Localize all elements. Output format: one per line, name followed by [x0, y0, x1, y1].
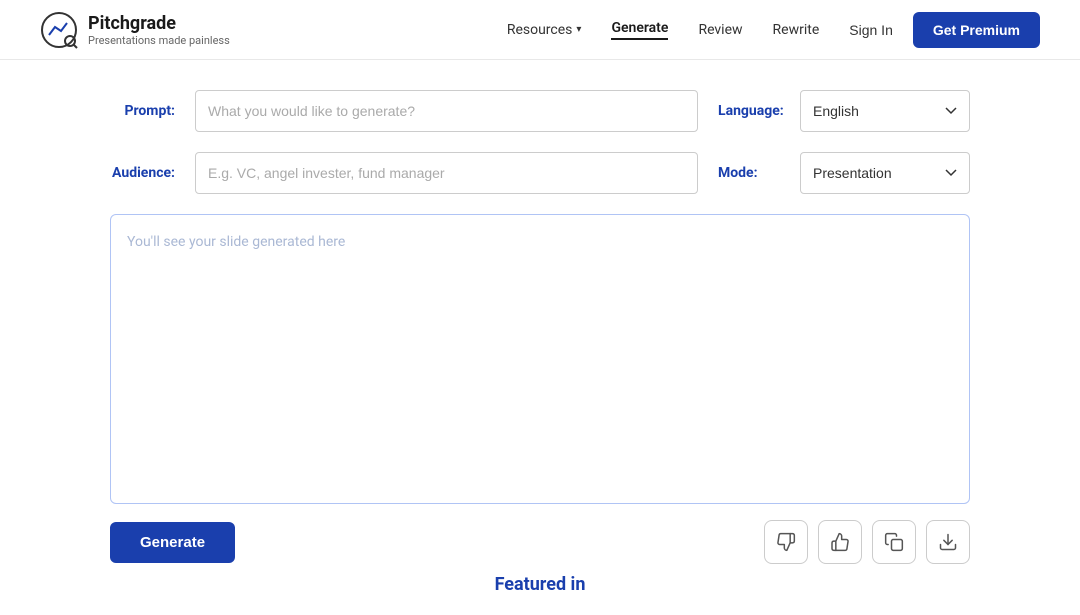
thumbs-down-button[interactable] [764, 520, 808, 564]
nav-rewrite[interactable]: Rewrite [773, 22, 820, 38]
mode-select[interactable]: Presentation Document Summary [800, 152, 970, 194]
copy-button[interactable] [872, 520, 916, 564]
brand-subtitle: Presentations made painless [88, 34, 230, 47]
logo-area: Pitchgrade Presentations made painless [40, 11, 230, 49]
bottom-actions: Generate [110, 520, 970, 564]
mode-label: Mode: [718, 165, 788, 181]
footer-hint: Featured in [110, 564, 970, 595]
download-icon [938, 532, 958, 552]
copy-icon [884, 532, 904, 552]
prompt-row: Prompt: Language: English Spanish French… [110, 90, 970, 132]
action-icons [764, 520, 970, 564]
signin-button[interactable]: Sign In [849, 22, 893, 38]
audience-input[interactable] [195, 152, 698, 194]
nav-generate[interactable]: Generate [611, 20, 668, 40]
download-button[interactable] [926, 520, 970, 564]
audience-label: Audience: [110, 165, 175, 181]
language-select[interactable]: English Spanish French German Portuguese [800, 90, 970, 132]
output-area: You'll see your slide generated here [110, 214, 970, 504]
thumbs-up-button[interactable] [818, 520, 862, 564]
featured-in-text: Featured in [495, 574, 586, 595]
logo-icon [40, 11, 78, 49]
thumbs-down-icon [776, 532, 796, 552]
resources-chevron-icon: ▾ [576, 24, 581, 35]
mode-group: Mode: Presentation Document Summary [718, 152, 970, 194]
get-premium-button[interactable]: Get Premium [913, 12, 1040, 48]
prompt-input[interactable] [195, 90, 698, 132]
brand-title: Pitchgrade [88, 13, 230, 34]
navbar: Pitchgrade Presentations made painless R… [0, 0, 1080, 60]
nav-resources[interactable]: Resources ▾ [507, 22, 582, 38]
output-placeholder: You'll see your slide generated here [127, 234, 345, 250]
language-group: Language: English Spanish French German … [718, 90, 970, 132]
nav-links: Resources ▾ Generate Review Rewrite [507, 20, 819, 40]
prompt-label: Prompt: [110, 103, 175, 119]
nav-review[interactable]: Review [698, 22, 742, 38]
audience-row: Audience: Mode: Presentation Document Su… [110, 152, 970, 194]
main-content: Prompt: Language: English Spanish French… [0, 60, 1080, 615]
language-label: Language: [718, 103, 788, 119]
logo-text-block: Pitchgrade Presentations made painless [88, 13, 230, 47]
generate-button[interactable]: Generate [110, 522, 235, 563]
thumbs-up-icon [830, 532, 850, 552]
